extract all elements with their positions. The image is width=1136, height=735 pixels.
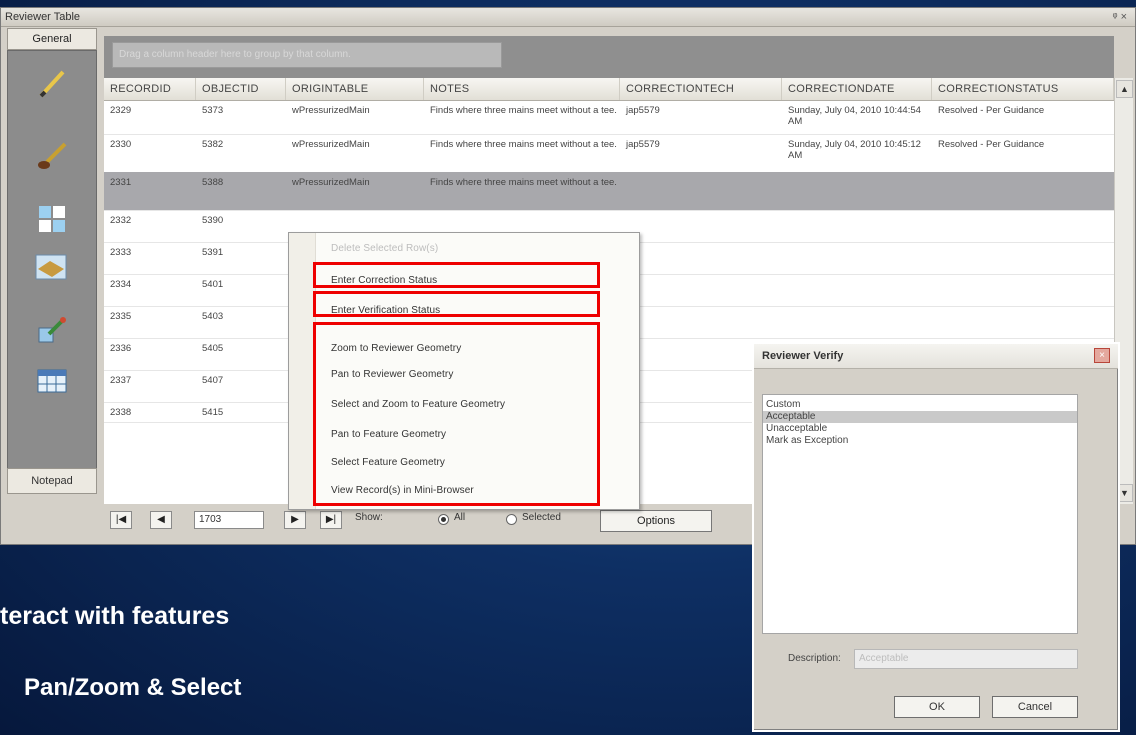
table-cell: 5407 [202, 375, 224, 386]
table-cell: Finds where three mains meet without a t… [430, 105, 617, 116]
group-by-drop-area[interactable]: Drag a column header here to group by th… [112, 42, 502, 68]
table-cell: Finds where three mains meet without a t… [430, 177, 617, 188]
previous-record-icon[interactable]: ◀ [150, 511, 172, 529]
table-cell: 2335 [110, 311, 132, 322]
first-record-icon[interactable]: |◀ [110, 511, 132, 529]
tool-strip [7, 50, 97, 470]
table-cell: 2332 [110, 215, 132, 226]
group-by-bar: Drag a column header here to group by th… [104, 36, 1114, 78]
table-cell: 5390 [202, 215, 224, 226]
close-icon[interactable]: × [1094, 348, 1110, 363]
table-cell: Finds where three mains meet without a t… [430, 139, 617, 150]
table-cell: 2331 [110, 177, 132, 188]
column-header[interactable]: CORRECTIONSTATUS [932, 78, 1114, 100]
table-cell: 2329 [110, 105, 132, 116]
column-header[interactable]: OBJECTID [196, 78, 286, 100]
last-record-icon[interactable]: ▶| [320, 511, 342, 529]
column-header[interactable]: RECORDID [104, 78, 196, 100]
scroll-up-icon[interactable]: ▲ [1116, 80, 1133, 98]
highlight-box-correction [313, 262, 600, 288]
menu-gutter [289, 233, 316, 509]
cancel-button[interactable]: Cancel [992, 696, 1078, 718]
ok-button[interactable]: OK [894, 696, 980, 718]
table-cell: 2330 [110, 139, 132, 150]
grid-header: RECORDID OBJECTID ORIGINTABLE NOTES CORR… [104, 78, 1114, 101]
table-cell: 2336 [110, 343, 132, 354]
verify-status-list[interactable]: Custom Acceptable Unacceptable Mark as E… [762, 394, 1078, 634]
pin-close-icon[interactable]: ᵠ × [1113, 8, 1127, 26]
show-all-radio[interactable] [438, 514, 449, 525]
list-item[interactable]: Custom [763, 399, 1077, 411]
table-cell: wPressurizedMain [292, 105, 370, 116]
layer-icon[interactable] [31, 247, 73, 287]
highlight-box-verification [313, 291, 600, 317]
table-cell: wPressurizedMain [292, 177, 370, 188]
table-cell: wPressurizedMain [292, 139, 370, 150]
list-item[interactable]: Mark as Exception [763, 435, 1077, 447]
reviewer-verify-dialog: Reviewer Verify × Custom Acceptable Unac… [752, 342, 1120, 732]
pencil-plus-icon[interactable] [31, 309, 73, 349]
table-cell: 5373 [202, 105, 224, 116]
tab-notepad[interactable]: Notepad [7, 468, 97, 494]
brush-icon[interactable] [31, 135, 73, 175]
description-label: Description: [788, 653, 841, 664]
grid-icon[interactable] [31, 199, 73, 239]
column-header[interactable]: CORRECTIONDATE [782, 78, 932, 100]
highlight-box-geometry-actions [313, 322, 600, 506]
table-cell: jap5579 [626, 105, 660, 116]
table-cell: 5415 [202, 407, 224, 418]
table-cell: Sunday, July 04, 2010 10:45:12 AM [788, 139, 921, 161]
table-cell: 5382 [202, 139, 224, 150]
slide-heading: teract with features [0, 602, 230, 630]
window-title: Reviewer Table [5, 11, 81, 23]
menu-item-delete-selected-rows[interactable]: Delete Selected Row(s) [331, 243, 438, 254]
pencil-icon[interactable] [31, 63, 73, 103]
list-item-selected[interactable]: Acceptable [763, 411, 1077, 423]
table-cell: 5405 [202, 343, 224, 354]
tab-general[interactable]: General [7, 28, 97, 50]
column-header[interactable]: NOTES [424, 78, 620, 100]
options-button[interactable]: Options [600, 510, 712, 532]
record-number-field[interactable]: 1703 [194, 511, 264, 529]
table-icon[interactable] [31, 361, 73, 401]
next-record-icon[interactable]: ▶ [284, 511, 306, 529]
table-cell: 2333 [110, 247, 132, 258]
table-cell: 2334 [110, 279, 132, 290]
column-header[interactable]: CORRECTIONTECH [620, 78, 782, 100]
table-cell: Resolved - Per Guidance [938, 139, 1045, 150]
table-cell: 2337 [110, 375, 132, 386]
column-header[interactable]: ORIGINTABLE [286, 78, 424, 100]
table-cell: 5388 [202, 177, 224, 188]
description-field[interactable]: Acceptable [854, 649, 1078, 669]
table-cell: Sunday, July 04, 2010 10:44:54 AM [788, 105, 921, 127]
table-row[interactable]: 2329 5373 wPressurizedMain Finds where thre… [104, 100, 1114, 135]
table-cell: 2338 [110, 407, 132, 418]
dialog-title: Reviewer Verify [754, 344, 1118, 369]
show-label: Show: [355, 512, 383, 523]
table-cell: 5403 [202, 311, 224, 322]
table-row[interactable]: 2330 5382 wPressurizedMain Finds where thre… [104, 134, 1114, 173]
table-cell: jap5579 [626, 139, 660, 150]
show-selected-label: Selected [522, 512, 561, 523]
table-row[interactable]: 2331 5388 wPressurizedMain Finds where thre… [104, 172, 1114, 211]
table-cell: 5401 [202, 279, 224, 290]
slide-subheading: Pan/Zoom & Select [24, 674, 242, 701]
show-all-label: All [454, 512, 466, 523]
window-title-bar: Reviewer Table ᵠ × [1, 8, 1135, 27]
table-cell: 5391 [202, 247, 224, 258]
list-item[interactable]: Unacceptable [763, 423, 1077, 435]
table-cell: Resolved - Per Guidance [938, 105, 1045, 116]
show-selected-radio[interactable] [506, 514, 517, 525]
